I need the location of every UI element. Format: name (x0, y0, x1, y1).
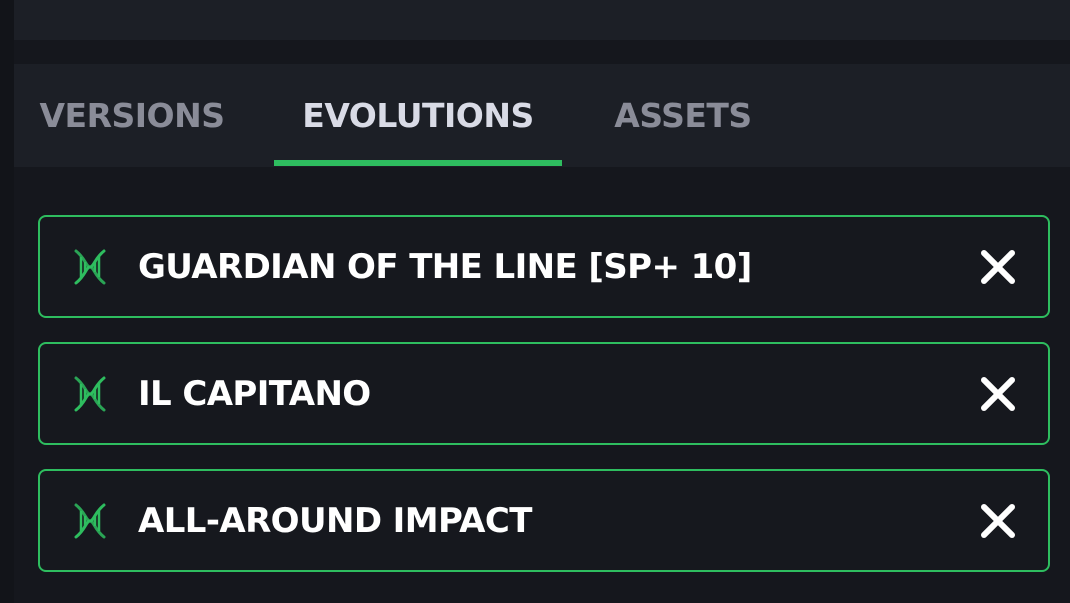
dna-icon (74, 249, 106, 284)
active-tab-indicator (274, 160, 562, 166)
left-edge-panel (0, 0, 14, 603)
section-gap (14, 40, 1070, 64)
app-screen: VERSIONS EVOLUTIONS ASSETS GUARDIAN OF T… (0, 0, 1070, 603)
evolution-label: GUARDIAN OF THE LINE [SP+ 10] (138, 246, 752, 287)
tab-assets[interactable]: ASSETS (598, 64, 768, 167)
evolution-item[interactable]: GUARDIAN OF THE LINE [SP+ 10] (38, 215, 1050, 318)
evolution-item[interactable]: ALL-AROUND IMPACT (38, 469, 1050, 572)
close-icon[interactable] (978, 247, 1018, 287)
evolution-label: IL CAPITANO (138, 373, 371, 414)
evolution-item[interactable]: IL CAPITANO (38, 342, 1050, 445)
dna-icon (74, 376, 106, 411)
evolution-label: ALL-AROUND IMPACT (138, 500, 532, 541)
tab-evolutions[interactable]: EVOLUTIONS (274, 64, 562, 167)
evolutions-list: GUARDIAN OF THE LINE [SP+ 10] IL CAPITAN… (38, 215, 1050, 596)
dna-icon (74, 503, 106, 538)
tab-versions[interactable]: VERSIONS (32, 64, 232, 167)
tab-bar: VERSIONS EVOLUTIONS ASSETS (14, 64, 1070, 167)
close-icon[interactable] (978, 374, 1018, 414)
close-icon[interactable] (978, 501, 1018, 541)
top-panel (14, 0, 1070, 40)
